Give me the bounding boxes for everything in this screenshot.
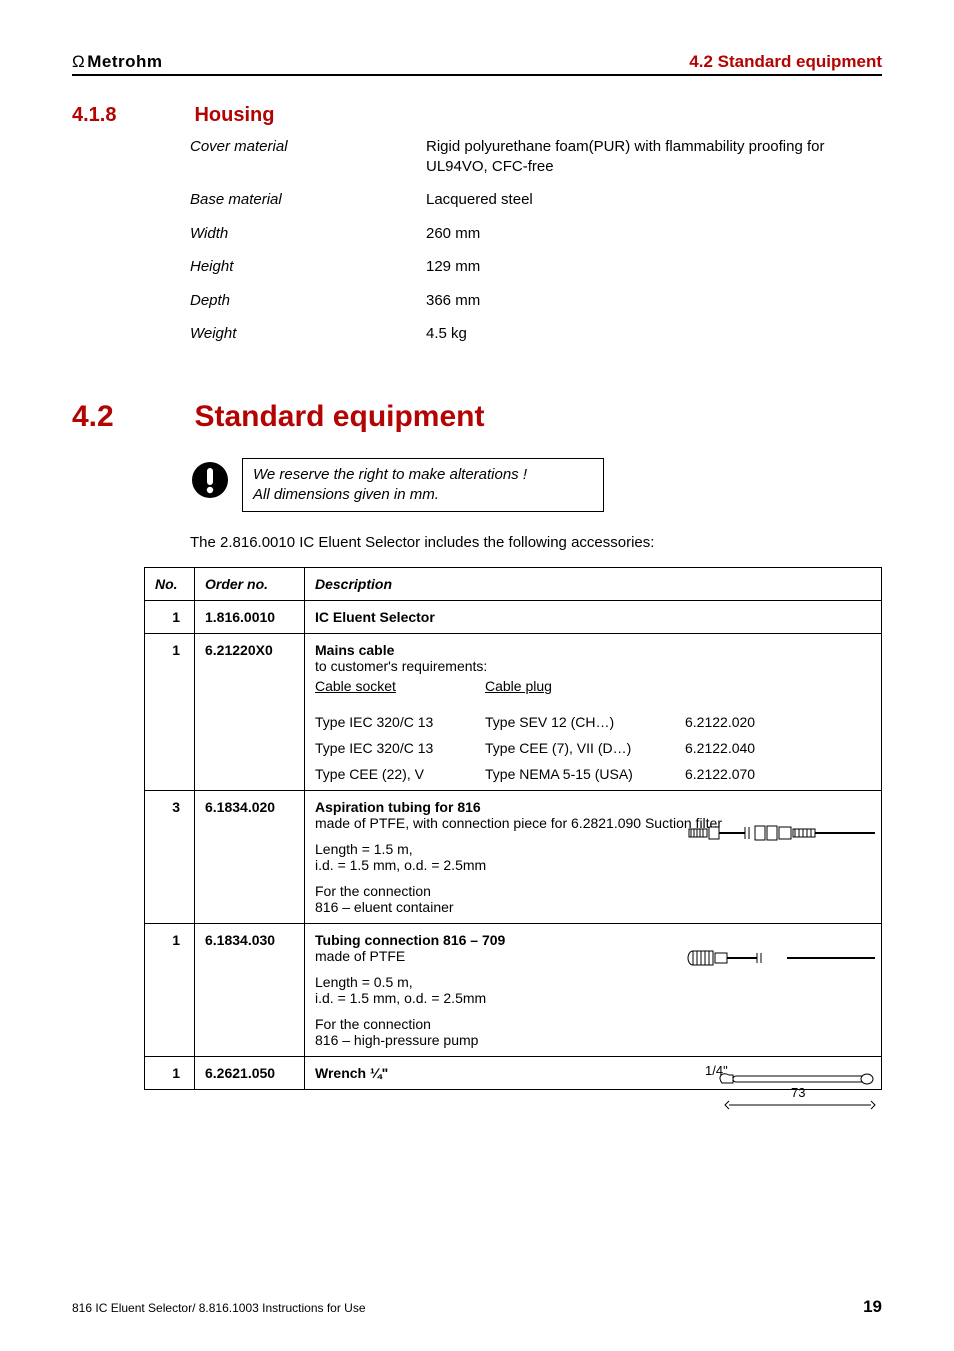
desc-body: For the connection 816 – high-pressure p…: [315, 1016, 871, 1048]
subsection-number: 4.1.8: [72, 104, 190, 127]
col-no: No.: [145, 568, 195, 601]
cell-order: 6.2621.050: [195, 1057, 305, 1090]
table-row: 1 6.21220X0 Mains cable to customer's re…: [145, 634, 882, 791]
spec-value: 4.5 kg: [426, 324, 882, 344]
cell-order: 6.1834.030: [195, 924, 305, 1057]
table-row: 1 6.1834.030 Tubing connection 816 – 709…: [145, 924, 882, 1057]
section-number: 4.2: [72, 400, 190, 434]
spec-row: Height 129 mm: [190, 257, 882, 277]
table-row: 3 6.1834.020 Aspiration tubing for 816 m…: [145, 791, 882, 924]
spec-value: Rigid polyurethane foam(PUR) with flamma…: [426, 137, 882, 176]
equipment-table: No. Order no. Description 1 1.816.0010 I…: [144, 567, 882, 1090]
desc-title: Wrench ¼": [315, 1065, 388, 1081]
cable-partno: 6.2122.020: [685, 714, 785, 730]
cell-order: 6.1834.020: [195, 791, 305, 924]
brand-logo: ΩMetrohm: [72, 52, 163, 72]
spec-list: Cover material Rigid polyurethane foam(P…: [190, 137, 882, 344]
cable-socket-head: Cable socket: [315, 678, 485, 694]
section-heading: 4.2 Standard equipment: [72, 400, 882, 434]
cell-order: 1.816.0010: [195, 601, 305, 634]
cell-desc: Mains cable to customer's requirements: …: [305, 634, 882, 791]
cable-socket: Type IEC 320/C 13: [315, 714, 485, 730]
desc-title: Mains cable: [315, 642, 394, 658]
cell-no: 3: [145, 791, 195, 924]
note-box: We reserve the right to make alterations…: [242, 458, 604, 513]
brand-omega-icon: Ω: [72, 52, 85, 71]
spec-row: Cover material Rigid polyurethane foam(P…: [190, 137, 882, 176]
cell-no: 1: [145, 634, 195, 791]
spec-label: Height: [190, 257, 426, 277]
spec-label: Base material: [190, 190, 426, 210]
cell-desc: Wrench ¼" 1/4" 73: [305, 1057, 882, 1090]
cable-partno: 6.2122.070: [685, 766, 785, 782]
spec-label: Width: [190, 224, 426, 244]
spec-row: Width 260 mm: [190, 224, 882, 244]
col-order: Order no.: [195, 568, 305, 601]
subsection-title: Housing: [194, 104, 274, 127]
cable-partno: 6.2122.040: [685, 740, 785, 756]
table-row: 1 6.2621.050 Wrench ¼" 1/4" 73: [145, 1057, 882, 1090]
page-number: 19: [863, 1297, 882, 1317]
intro-text: The 2.816.0010 IC Eluent Selector includ…: [190, 534, 882, 551]
cell-no: 1: [145, 601, 195, 634]
cell-desc: IC Eluent Selector: [305, 601, 882, 634]
section-title: Standard equipment: [194, 400, 484, 434]
spec-value: 366 mm: [426, 291, 882, 311]
header-bar: ΩMetrohm 4.2 Standard equipment: [72, 52, 882, 76]
spec-label: Weight: [190, 324, 426, 344]
cable-plug: Type NEMA 5-15 (USA): [485, 766, 685, 782]
desc-title: Aspiration tubing for 816: [315, 799, 481, 815]
spec-label: Depth: [190, 291, 426, 311]
spec-value: 260 mm: [426, 224, 882, 244]
cell-desc: Tubing connection 816 – 709 made of PTFE…: [305, 924, 882, 1057]
desc-title: IC Eluent Selector: [315, 609, 435, 625]
spec-label: Cover material: [190, 137, 426, 176]
spec-row: Depth 366 mm: [190, 291, 882, 311]
spec-row: Base material Lacquered steel: [190, 190, 882, 210]
cell-no: 1: [145, 924, 195, 1057]
cable-socket: Type CEE (22), V: [315, 766, 485, 782]
col-desc: Description: [305, 568, 882, 601]
tubing-illustration-icon: [677, 946, 877, 973]
footer-text: 816 IC Eluent Selector/ 8.816.1003 Instr…: [72, 1301, 366, 1315]
note-line: We reserve the right to make alterations…: [253, 465, 593, 485]
note-line: All dimensions given in mm.: [253, 485, 593, 505]
page: ΩMetrohm 4.2 Standard equipment 4.1.8 Ho…: [0, 0, 954, 1351]
desc-body: For the connection 816 – eluent containe…: [315, 883, 871, 915]
cable-socket: Type IEC 320/C 13: [315, 740, 485, 756]
cable-plug: Type SEV 12 (CH…): [485, 714, 685, 730]
table-row: 1 1.816.0010 IC Eluent Selector: [145, 601, 882, 634]
footer: 816 IC Eluent Selector/ 8.816.1003 Instr…: [72, 1297, 882, 1317]
wrench-illustration-icon: 1/4" 73: [657, 1061, 877, 1118]
warning-icon: [190, 458, 242, 500]
desc-title: Tubing connection 816 – 709: [315, 932, 505, 948]
desc-body: Length = 0.5 m, i.d. = 1.5 mm, o.d. = 2.…: [315, 974, 871, 1006]
tubing-illustration-icon: [677, 821, 877, 848]
subsection-heading: 4.1.8 Housing: [72, 104, 882, 127]
note-block: We reserve the right to make alterations…: [190, 458, 882, 513]
cell-order: 6.21220X0: [195, 634, 305, 791]
brand-name: Metrohm: [87, 52, 162, 71]
desc-sub: to customer's requirements:: [315, 658, 871, 674]
cell-no: 1: [145, 1057, 195, 1090]
spec-value: 129 mm: [426, 257, 882, 277]
table-header-row: No. Order no. Description: [145, 568, 882, 601]
cell-desc: Aspiration tubing for 816 made of PTFE, …: [305, 791, 882, 924]
spec-value: Lacquered steel: [426, 190, 882, 210]
header-section-ref: 4.2 Standard equipment: [689, 52, 882, 72]
spec-row: Weight 4.5 kg: [190, 324, 882, 344]
cable-plug: Type CEE (7), VII (D…): [485, 740, 685, 756]
wrench-length-label: 73: [791, 1085, 805, 1100]
cable-plug-head: Cable plug: [485, 678, 685, 694]
